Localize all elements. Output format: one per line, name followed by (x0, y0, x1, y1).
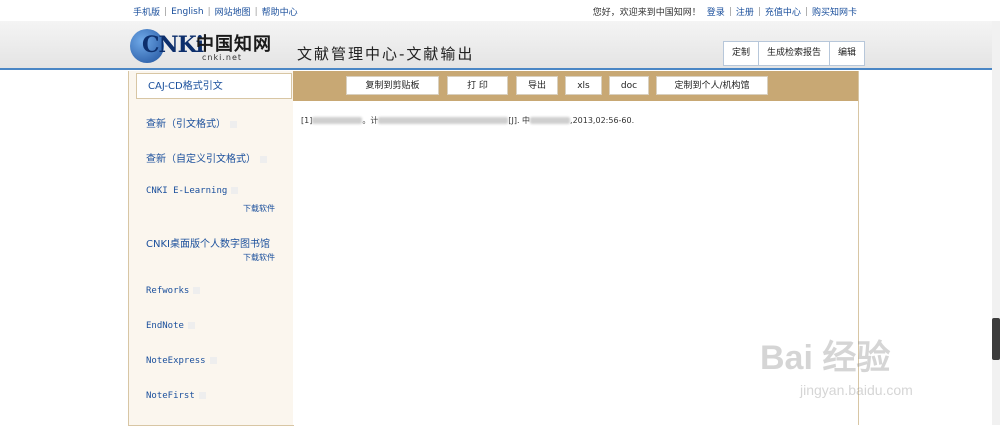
checkbox-icon[interactable] (193, 287, 201, 294)
buy-card-link[interactable]: 购买知网卡 (812, 5, 857, 18)
citation-prefix: [1] (301, 116, 313, 125)
sidebar-item-caj-cd[interactable]: CAJ-CD格式引文 (136, 73, 292, 99)
download-software-link[interactable]: 下载软件 (243, 203, 275, 214)
separator: | (164, 6, 168, 17)
citation-seg1: 。计 (362, 116, 379, 125)
greeting-text: 您好，欢迎来到中国知网！ (592, 8, 701, 18)
scrollbar-track[interactable] (992, 21, 1000, 425)
print-button[interactable]: 打 印 (447, 76, 508, 95)
page-title: 文献管理中心-文献输出 (297, 45, 475, 63)
watermark-text: Bai 经验 (760, 339, 891, 377)
sidebar-item-endnote[interactable]: EndNote (146, 321, 195, 331)
scrollbar-thumb[interactable] (992, 318, 1000, 360)
tab-edit[interactable]: 编辑 (829, 42, 864, 65)
cnki-logo[interactable]: CNKi 中国知网 cnki.net (130, 29, 280, 63)
sidebar-item-notefirst[interactable]: NoteFirst (146, 391, 206, 401)
sidebar-item-chaxin[interactable]: 查新（引文格式） (146, 115, 237, 130)
checkbox-icon[interactable] (198, 392, 206, 399)
sidebar-item-label: 查新（引文格式） (146, 119, 226, 130)
copy-to-clipboard-button[interactable]: 复制到剪贴板 (346, 76, 439, 95)
sidebar-item-chaxin-custom[interactable]: 查新（自定义引文格式） (146, 150, 267, 165)
download-software-link[interactable]: 下载软件 (243, 252, 275, 263)
sidebar-item-noteexpress[interactable]: NoteExpress (146, 356, 217, 366)
tab-customize[interactable]: 定制 (724, 42, 758, 65)
watermark-url: jingyan.baidu.com (800, 382, 913, 398)
sidebar-item-label: NoteFirst (146, 391, 195, 401)
checkbox-icon[interactable] (209, 357, 217, 364)
redacted-text (378, 117, 509, 124)
sidebar-item-label: 查新（自定义引文格式） (146, 154, 256, 165)
checkbox-icon[interactable] (230, 120, 237, 128)
login-link[interactable]: 登录 (707, 5, 725, 18)
sidebar-item-label: CNKI桌面版个人数字图书馆 (146, 239, 270, 250)
help-link[interactable]: 帮助中心 (262, 5, 298, 18)
export-button[interactable]: 导出 (516, 76, 558, 95)
export-xls-button[interactable]: xls (565, 76, 602, 95)
recharge-link[interactable]: 充值中心 (765, 5, 801, 18)
sidebar-item-refworks[interactable]: Refworks (146, 286, 201, 296)
output-toolbar: 复制到剪贴板 打 印 导出 xls doc 定制到个人/机构馆 (293, 71, 858, 101)
separator: | (804, 6, 808, 17)
sidebar-item-label: CNKI E-Learning (146, 186, 228, 196)
separator: | (207, 6, 211, 17)
baidu-watermark: Bai 经验 jingyan.baidu.com (760, 330, 960, 410)
separator: | (757, 6, 761, 17)
separator: | (728, 6, 732, 17)
top-link-bar: 手机版 | English | 网站地图 | 帮助中心 您好，欢迎来到中国知网！… (0, 0, 1000, 21)
top-left-links: 手机版 | English | 网站地图 | 帮助中心 (133, 5, 298, 19)
checkbox-icon[interactable] (187, 322, 195, 329)
sitemap-link[interactable]: 网站地图 (215, 5, 251, 18)
export-doc-button[interactable]: doc (609, 76, 649, 95)
register-link[interactable]: 注册 (736, 5, 754, 18)
page-header: CNKi 中国知网 cnki.net 文献管理中心-文献输出 定制 生成检索报告… (0, 21, 992, 70)
header-tabs: 定制 生成检索报告 编辑 (723, 41, 866, 66)
mobile-link[interactable]: 手机版 (133, 5, 160, 18)
citation-seg2: [J]. 中 (508, 116, 531, 125)
tab-generate-report[interactable]: 生成检索报告 (758, 42, 829, 65)
checkbox-icon[interactable] (231, 187, 239, 194)
citation-suffix: ,2013,02:56-60. (570, 116, 635, 125)
sidebar-item-label: Refworks (146, 286, 190, 296)
format-sidebar: CAJ-CD格式引文 查新（引文格式） 查新（自定义引文格式） CNKI E-L… (128, 71, 294, 426)
redacted-text (530, 117, 571, 124)
sidebar-item-elearning[interactable]: CNKI E-Learning (146, 186, 239, 196)
top-right-links: 您好，欢迎来到中国知网！ 登录 | 注册 | 充值中心 | 购买知网卡 (592, 5, 857, 19)
sidebar-item-desktop-library[interactable]: CNKI桌面版个人数字图书馆 (146, 235, 270, 250)
separator: | (254, 6, 258, 17)
checkbox-icon[interactable] (260, 155, 267, 163)
logo-url: cnki.net (202, 53, 242, 62)
english-link[interactable]: English (171, 7, 204, 17)
sidebar-item-label: NoteExpress (146, 356, 206, 366)
customize-to-library-button[interactable]: 定制到个人/机构馆 (656, 76, 768, 95)
citation-text: [1] 。计 [J]. 中 ,2013,02:56-60. (301, 115, 634, 126)
sidebar-item-label: EndNote (146, 321, 184, 331)
logo-text: CNKi (142, 32, 204, 58)
redacted-text (312, 117, 363, 124)
